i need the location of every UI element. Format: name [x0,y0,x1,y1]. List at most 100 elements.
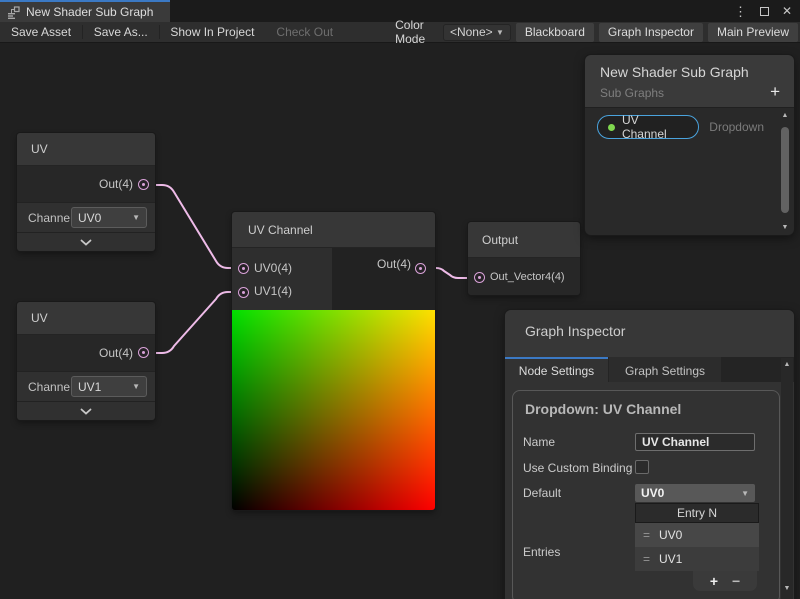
blackboard-item-row: UV Channel Dropdown [597,115,764,139]
remove-entry-button[interactable]: − [732,574,740,588]
port-label-uv1: UV1(4) [254,284,332,298]
property-type: Dropdown [709,120,764,134]
subgraph-icon [7,6,20,19]
exposed-dot-icon [608,124,615,131]
inspector-content: Dropdown: UV Channel Name UV Channel Use… [505,382,794,599]
node-title: UV [17,302,155,335]
main-preview-toggle-button[interactable]: Main Preview [708,23,798,42]
blackboard-scrollbar[interactable]: ▲ ▼ [779,112,791,231]
entries-footer: + − [693,571,757,591]
scroll-up-icon[interactable]: ▲ [779,112,791,119]
blackboard-body: UV Channel Dropdown ▲ ▼ [585,107,794,235]
entries-header: Entry N [635,503,759,523]
color-mode-label: Color Mode [384,18,443,46]
color-mode-value: <None> [450,25,493,39]
node-collapse-button[interactable] [17,401,155,420]
add-entry-button[interactable]: + [710,574,718,588]
entries-label: Entries [523,503,635,591]
channel-value: UV1 [78,380,101,394]
blackboard-header[interactable]: New Shader Sub Graph Sub Graphs + [585,55,794,107]
name-input[interactable]: UV Channel [635,433,755,451]
output-in-port[interactable] [474,272,485,283]
tab-graph-settings[interactable]: Graph Settings [609,357,721,382]
entry-value: UV1 [659,552,682,566]
blackboard-subtitle: Sub Graphs [600,86,794,100]
save-as-button[interactable]: Save As... [83,22,159,42]
window-menu-icon[interactable]: ⋮ [734,5,747,18]
drag-handle-icon[interactable]: = [643,552,650,566]
channel-label: Channe [28,211,71,225]
uv2-out-port[interactable] [138,347,149,358]
scroll-down-icon[interactable]: ▼ [779,224,791,231]
inspector-tabs: Node Settings Graph Settings [505,357,794,382]
default-value: UV0 [641,486,664,500]
default-dropdown[interactable]: UV0 ▼ [635,484,755,502]
channel-value: UV0 [78,211,101,225]
inspector-header[interactable]: Graph Inspector [505,310,794,357]
graph-document-tab[interactable]: New Shader Sub Graph [0,0,170,22]
tab-title: New Shader Sub Graph [26,5,153,19]
graph-inspector-panel: Graph Inspector Node Settings Graph Sett… [505,310,794,599]
uvchannel-in-uv1-port[interactable] [238,287,249,298]
property-name: UV Channel [622,113,686,141]
node-collapse-button[interactable] [17,232,155,251]
chevron-down-icon: ▼ [496,28,504,37]
default-label: Default [523,484,635,502]
chevron-down-icon: ▼ [132,213,140,222]
close-icon[interactable]: ✕ [782,5,792,17]
dropdown-settings-box: Dropdown: UV Channel Name UV Channel Use… [512,390,780,599]
scroll-down-icon[interactable]: ▼ [781,585,793,592]
blackboard-title: New Shader Sub Graph [600,64,794,80]
drag-handle-icon[interactable]: = [643,528,650,542]
uv-gradient-preview [232,310,435,510]
graph-inspector-toggle-button[interactable]: Graph Inspector [599,23,703,42]
save-asset-button[interactable]: Save Asset [0,22,82,42]
uv-node-1[interactable]: UV Out(4) Channe UV0 ▼ [17,133,155,251]
graph-toolbar: Save Asset Save As... Show In Project Ch… [0,22,800,43]
port-label-uv0: UV0(4) [254,261,332,275]
show-in-project-button[interactable]: Show In Project [159,22,265,42]
port-label-out: Out(4) [99,346,133,360]
scrollbar-thumb[interactable] [781,127,789,213]
collapse-chevron-icon [80,408,92,415]
color-mode-dropdown[interactable]: <None> ▼ [443,24,511,41]
inspector-title: Graph Inspector [525,323,794,339]
entry-value: UV0 [659,528,682,542]
uv1-out-port[interactable] [138,179,149,190]
entry-row-uv0[interactable]: = UV0 [635,523,759,547]
port-label-out-vector4: Out_Vector4(4) [490,271,565,283]
channel-label: Channe [28,380,71,394]
uv-node-2[interactable]: UV Out(4) Channe UV1 ▼ [17,302,155,420]
scroll-up-icon[interactable]: ▲ [781,361,793,368]
tab-node-settings[interactable]: Node Settings [505,357,608,382]
add-property-button[interactable]: + [770,83,780,100]
section-title: Dropdown: UV Channel [525,401,769,417]
port-label-out: Out(4) [99,177,133,191]
check-out-button: Check Out [265,22,344,42]
window-controls: ⋮ ✕ [734,0,792,22]
channel-dropdown[interactable]: UV1 ▼ [71,376,147,397]
port-label-out: Out(4) [377,257,411,310]
name-label: Name [523,433,635,451]
entries-list: Entry N = UV0 = UV1 + − [635,503,759,591]
uvchannel-out-port[interactable] [415,263,426,274]
node-title: UV Channel [232,212,435,248]
property-pill-uv-channel[interactable]: UV Channel [597,115,699,139]
blackboard-panel: New Shader Sub Graph Sub Graphs + UV Cha… [585,55,794,235]
blackboard-toggle-button[interactable]: Blackboard [516,23,594,42]
node-title: UV [17,133,155,166]
chevron-down-icon: ▼ [132,382,140,391]
channel-dropdown[interactable]: UV0 ▼ [71,207,147,228]
uv-channel-node[interactable]: UV Channel UV0(4) UV1(4) Out(4) [232,212,435,510]
use-custom-binding-checkbox[interactable] [635,460,649,474]
node-title: Output [468,222,580,258]
maximize-icon[interactable] [760,7,769,16]
output-node[interactable]: Output Out_Vector4(4) [468,222,580,295]
shader-graph-window: New Shader Sub Graph ⋮ ✕ Save Asset Save… [0,0,800,599]
collapse-chevron-icon [80,239,92,246]
inspector-scrollbar[interactable]: ▲ ▼ [781,358,793,599]
use-custom-binding-label: Use Custom Binding [523,458,635,477]
uvchannel-in-uv0-port[interactable] [238,263,249,274]
entry-row-uv1[interactable]: = UV1 [635,547,759,571]
chevron-down-icon: ▼ [741,489,749,498]
